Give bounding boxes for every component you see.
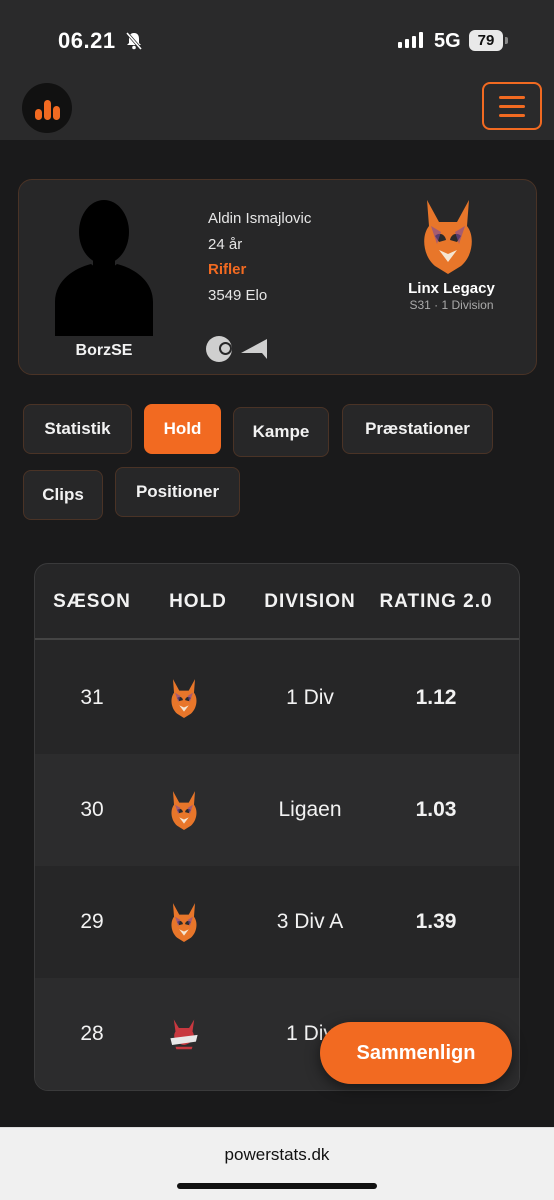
signal-icon xyxy=(398,32,423,48)
lynx-logo-icon xyxy=(171,679,197,718)
sashi-logo-icon xyxy=(170,1019,198,1050)
steam-icon[interactable] xyxy=(206,336,232,362)
division-cell: 3 Div A xyxy=(276,910,344,933)
player-info: Aldin Ismajlovic 24 år Rifler 3549 Elo xyxy=(208,206,311,308)
header-division: DIVISION xyxy=(264,591,356,612)
season-cell: 31 xyxy=(80,686,104,709)
tab-praestationer[interactable]: Præstationer xyxy=(342,404,493,454)
teams-table: SÆSON HOLD DIVISION RATING 2.0 31 1 Div … xyxy=(34,563,520,1091)
network-label: 5G xyxy=(434,30,461,52)
season-cell: 30 xyxy=(80,798,104,821)
table-row[interactable]: 30 Ligaen 1.03 xyxy=(35,754,519,866)
lynx-logo-icon xyxy=(171,791,197,830)
table-header: SÆSON HOLD DIVISION RATING 2.0 xyxy=(35,564,519,640)
tab-positioner[interactable]: Positioner xyxy=(115,467,240,517)
table-row[interactable]: 31 1 Div 1.12 xyxy=(35,642,519,754)
tab-clips[interactable]: Clips xyxy=(23,470,103,520)
header-team: HOLD xyxy=(169,591,227,612)
rating-cell: 1.03 xyxy=(415,798,457,821)
rating-cell: 1.12 xyxy=(415,686,457,709)
status-bar: 06.21 5G 79 xyxy=(0,0,554,70)
tab-hold[interactable]: Hold xyxy=(144,404,221,454)
top-nav xyxy=(0,70,554,140)
lynx-logo-icon[interactable] xyxy=(417,196,479,276)
role: Rifler xyxy=(208,261,247,278)
rating-cell: 1.39 xyxy=(415,910,457,933)
browser-address-bar[interactable]: powerstats.dk xyxy=(0,1127,554,1200)
team-cell xyxy=(157,642,211,754)
tab-kampe[interactable]: Kampe xyxy=(233,407,329,457)
team-cell xyxy=(157,978,211,1090)
profile-card: BorzSE Aldin Ismajlovic 24 år Rifler 354… xyxy=(18,179,537,375)
elo: 3549 Elo xyxy=(208,286,268,304)
header-season: SÆSON xyxy=(53,591,131,612)
battery-tip xyxy=(505,37,508,44)
lynx-logo-icon xyxy=(171,903,197,942)
hamburger-icon[interactable] xyxy=(482,82,542,130)
bell-muted-icon xyxy=(125,32,143,50)
battery-icon: 79 xyxy=(469,30,503,51)
team-cell xyxy=(157,754,211,866)
season-cell: 28 xyxy=(80,1022,104,1045)
full-name: Aldin Ismajlovic xyxy=(208,210,312,227)
faceit-icon[interactable] xyxy=(240,337,268,361)
bar-chart-icon[interactable] xyxy=(22,83,72,133)
status-time: 06.21 xyxy=(58,28,116,53)
avatar-silhouette-icon xyxy=(55,200,153,336)
compare-button[interactable]: Sammenlign xyxy=(320,1022,512,1084)
header-rating: RATING 2.0 xyxy=(379,591,493,612)
home-indicator[interactable] xyxy=(177,1183,377,1189)
team-cell xyxy=(157,866,211,978)
team-name[interactable]: Linx Legacy xyxy=(379,280,524,297)
table-row[interactable]: 29 3 Div A 1.39 xyxy=(35,866,519,978)
division-cell: Ligaen xyxy=(278,798,342,821)
team-division: S31 · 1 Division xyxy=(409,298,494,312)
social-links xyxy=(206,336,268,362)
age: 24 år xyxy=(208,235,243,253)
division-cell: 1 Div xyxy=(286,686,334,709)
season-cell: 29 xyxy=(80,910,104,933)
tab-statistik[interactable]: Statistik xyxy=(23,404,132,454)
username: BorzSE xyxy=(75,342,133,359)
url-label[interactable]: powerstats.dk xyxy=(0,1145,554,1165)
